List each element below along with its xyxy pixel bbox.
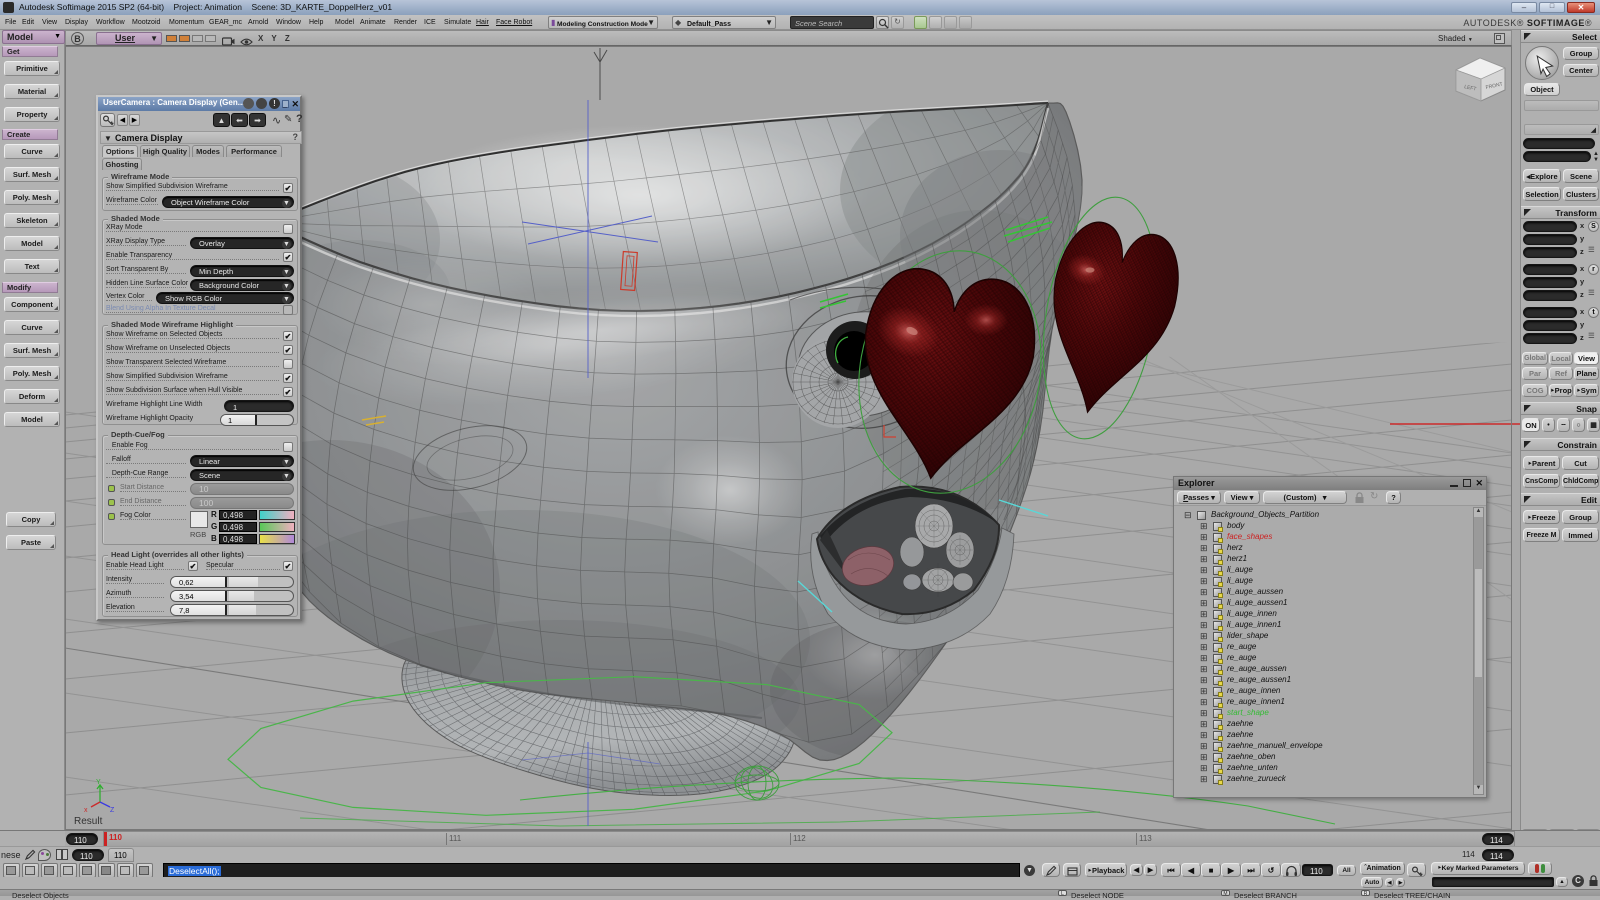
svg-text:Y: Y xyxy=(96,779,101,786)
svg-text:x: x xyxy=(84,807,88,814)
svg-text:Z: Z xyxy=(110,807,115,814)
